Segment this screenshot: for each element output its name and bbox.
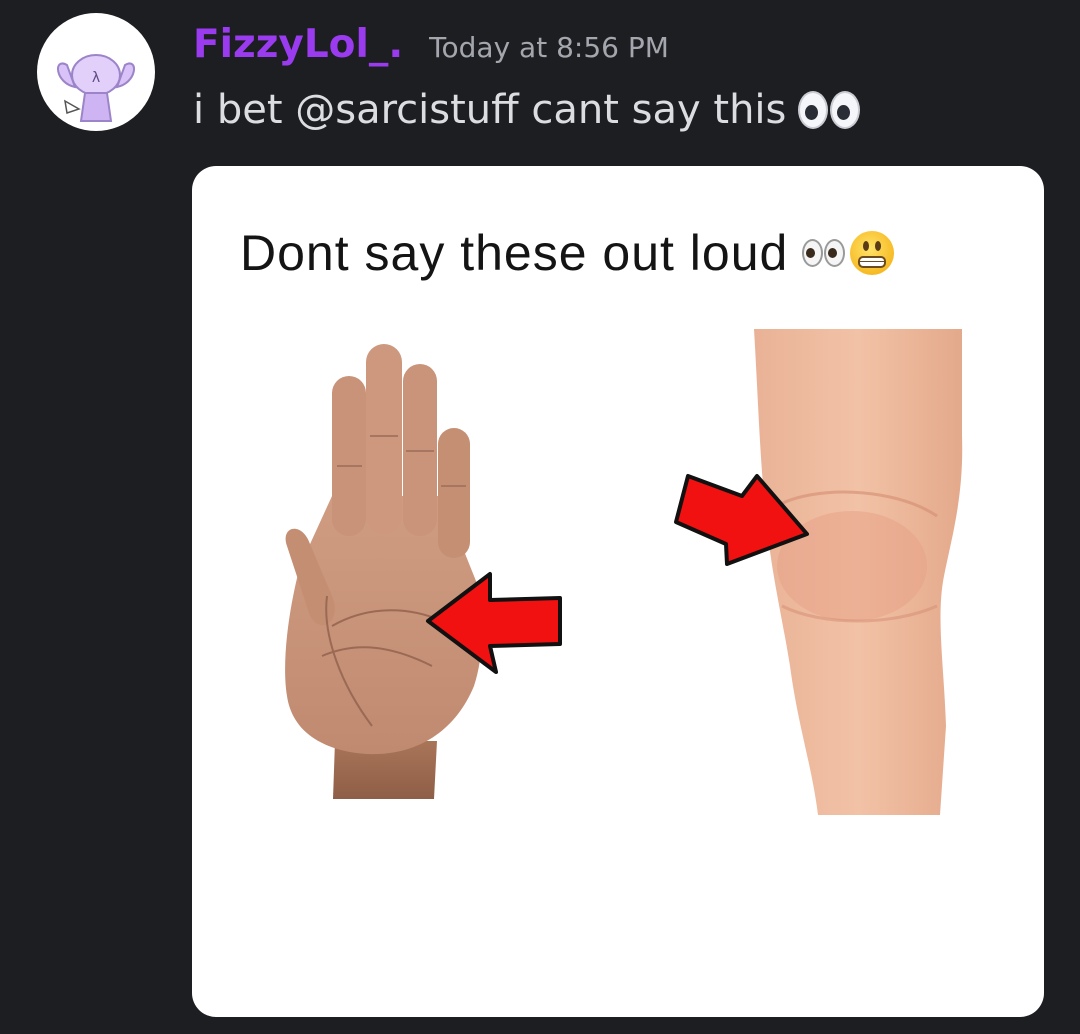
message-content: i bet @sarcistuff cant say this bbox=[193, 82, 862, 138]
image-attachment[interactable]: Dont say these out loud bbox=[192, 166, 1044, 1017]
message-header: FizzyLol_. Today at 8:56 PM bbox=[193, 22, 669, 74]
chat-message: λ FizzyLol_. Today at 8:56 PM i bet @sar… bbox=[0, 0, 1080, 1034]
user-avatar[interactable]: λ bbox=[37, 13, 155, 131]
eyes-emoji-icon bbox=[802, 239, 846, 267]
meme-caption: Dont say these out loud bbox=[240, 218, 895, 288]
grimacing-face-emoji-icon bbox=[850, 231, 895, 275]
lambda-character-avatar-icon: λ bbox=[57, 54, 135, 122]
palm-of-hand-image bbox=[285, 344, 483, 799]
author-name[interactable]: FizzyLol_. bbox=[193, 22, 403, 67]
eyes-emoji-icon bbox=[798, 91, 862, 129]
meme-caption-text: Dont say these out loud bbox=[240, 225, 789, 281]
meme-image bbox=[285, 329, 963, 815]
knee-image bbox=[754, 329, 963, 815]
avatar-lettering: λ bbox=[92, 70, 100, 86]
message-text: i bet @sarcistuff cant say this bbox=[193, 87, 787, 133]
message-timestamp: Today at 8:56 PM bbox=[429, 31, 669, 64]
